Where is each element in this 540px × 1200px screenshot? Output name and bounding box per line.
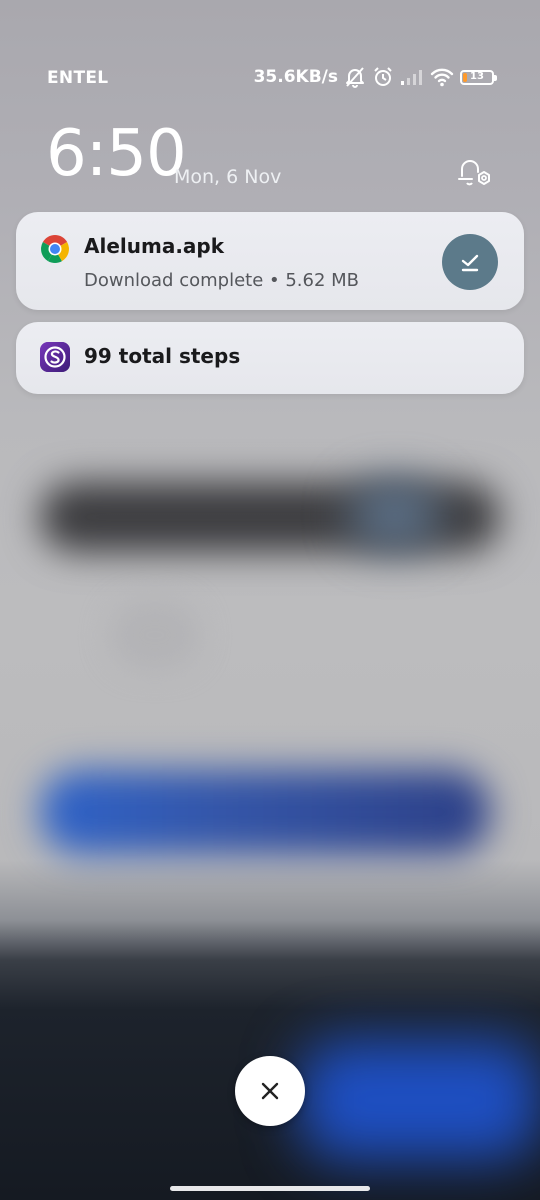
home-indicator[interactable] <box>170 1186 370 1191</box>
battery-fill <box>463 72 467 82</box>
battery-icon: 13 <box>460 69 497 85</box>
blurred-background-glow <box>300 1040 540 1160</box>
clear-notifications-button[interactable] <box>235 1056 305 1126</box>
lockscreen-clock: 6:50 <box>46 117 187 191</box>
battery-level: 13 <box>470 71 484 82</box>
install-check-icon <box>458 250 482 274</box>
network-speed: 35.6KB/s <box>253 67 338 87</box>
notification-subtitle: Download complete • 5.62 MB <box>84 270 360 291</box>
close-icon <box>260 1081 280 1101</box>
notification-title: 99 total steps <box>84 344 241 368</box>
blurred-background-button <box>40 770 490 854</box>
notification-card-download[interactable]: Aleluma.apk Download complete • 5.62 MB <box>16 212 524 310</box>
blurred-background-accent <box>350 482 440 548</box>
wifi-icon <box>430 67 454 87</box>
signal-icon <box>400 68 424 86</box>
lock-screen: ENTEL 35.6KB/s 13 6:50 Mon, 6 Nov Alelum… <box>0 0 540 1200</box>
lockscreen-date: Mon, 6 Nov <box>174 166 282 188</box>
notification-title: Aleluma.apk <box>84 234 225 258</box>
blurred-background-shape <box>110 600 200 670</box>
notification-settings-icon[interactable] <box>456 154 494 190</box>
alarm-icon <box>372 66 394 88</box>
chrome-icon <box>40 234 70 264</box>
install-button[interactable] <box>442 234 498 290</box>
notification-card-steps[interactable]: 99 total steps <box>16 322 524 394</box>
status-bar: ENTEL 35.6KB/s 13 <box>0 64 540 96</box>
status-icons: 35.6KB/s 13 <box>253 66 497 88</box>
steps-app-icon <box>40 342 70 372</box>
carrier-name: ENTEL <box>47 68 109 88</box>
silent-icon <box>344 66 366 88</box>
